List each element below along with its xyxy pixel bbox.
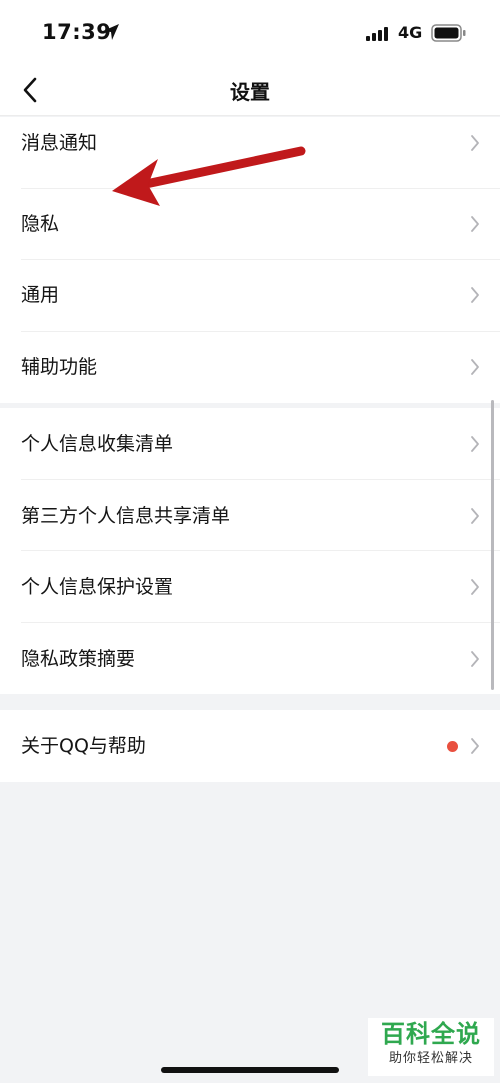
chevron-right-icon (471, 436, 479, 452)
chevron-right-icon (471, 287, 479, 303)
settings-item-personal-info-list[interactable]: 个人信息收集清单 (0, 408, 500, 480)
settings-item-label: 通用 (21, 284, 60, 306)
settings-item-label: 消息通知 (21, 132, 98, 154)
nav-bar: 设置 (0, 64, 500, 116)
settings-item-label: 个人信息收集清单 (21, 433, 174, 455)
settings-item-general[interactable]: 通用 (0, 260, 500, 332)
home-indicator[interactable] (161, 1067, 339, 1073)
status-bar: 17:39 4G (0, 0, 500, 64)
battery-icon (431, 24, 466, 42)
status-time: 17:39 (42, 20, 112, 44)
settings-item-label: 隐私政策摘要 (21, 647, 136, 670)
chevron-right-icon (471, 650, 479, 667)
chevron-right-icon (471, 358, 479, 375)
settings-item-accessibility[interactable]: 辅助功能 (0, 332, 500, 404)
settings-item-personal-info-protection[interactable]: 个人信息保护设置 (0, 551, 500, 623)
settings-item-label: 辅助功能 (21, 355, 98, 378)
page-title: 设置 (230, 80, 270, 104)
network-type: 4G (398, 23, 423, 42)
location-arrow-icon (103, 24, 119, 40)
chevron-right-icon (471, 738, 479, 754)
settings-item-label: 个人信息保护设置 (21, 576, 174, 598)
watermark-subtitle: 助你轻松解决 (388, 1051, 473, 1066)
watermark: 百科全说 助你轻松解决 (368, 1018, 494, 1076)
cellular-signal-icon (366, 27, 388, 41)
settings-group-2: 个人信息收集清单 第三方个人信息共享清单 个人信息保护设置 隐私政策摘要 (0, 408, 500, 694)
scrollbar[interactable] (491, 400, 494, 690)
chevron-right-icon (471, 135, 479, 151)
settings-item-third-party-sharing-list[interactable]: 第三方个人信息共享清单 (0, 480, 500, 551)
settings-item-label: 隐私 (21, 212, 60, 235)
chevron-right-icon (471, 215, 479, 232)
settings-item-label: 第三方个人信息共享清单 (21, 504, 231, 527)
settings-item-privacy-policy-summary[interactable]: 隐私政策摘要 (0, 623, 500, 695)
watermark-title: 百科全说 (381, 1020, 481, 1048)
settings-item-about-qq-help[interactable]: 关于QQ与帮助 (0, 710, 500, 782)
notification-dot (447, 741, 458, 752)
settings-group-3: 关于QQ与帮助 (0, 710, 500, 782)
settings-item-label: 关于QQ与帮助 (21, 735, 146, 757)
chevron-right-icon (471, 579, 479, 595)
chevron-right-icon (471, 507, 479, 524)
annotation-arrow-icon (112, 146, 306, 206)
